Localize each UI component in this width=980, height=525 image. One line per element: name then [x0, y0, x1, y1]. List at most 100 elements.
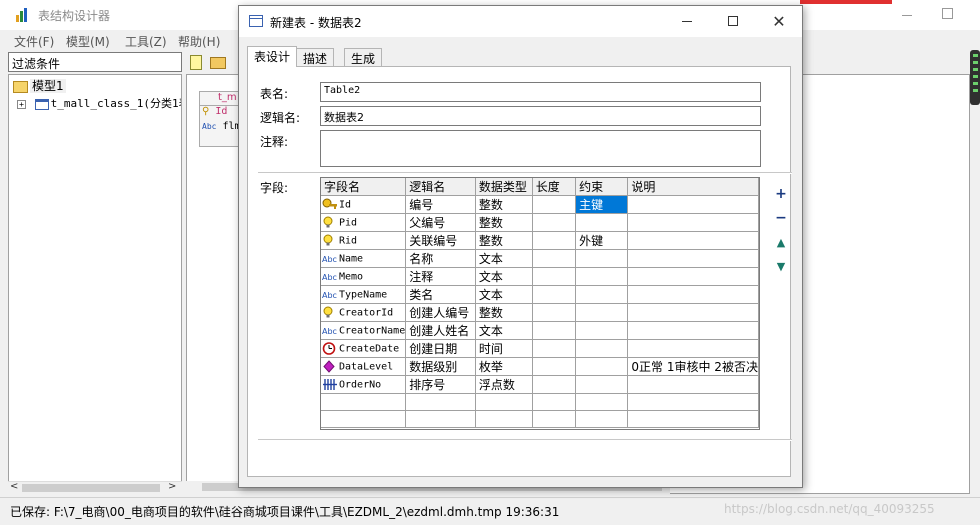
cell-logic-name[interactable]: 数据级别: [405, 357, 476, 376]
add-field-button[interactable]: +: [774, 187, 788, 201]
col-logic-name[interactable]: 逻辑名: [405, 178, 476, 196]
cell-constraint[interactable]: 外键: [575, 231, 629, 250]
cell-note[interactable]: [627, 285, 759, 304]
cell-field-name[interactable]: Abc Name: [321, 249, 407, 268]
cell-length[interactable]: [532, 213, 577, 232]
cell-note[interactable]: [627, 303, 759, 322]
cell-data-type[interactable]: 整数: [475, 231, 533, 250]
cell-length[interactable]: [532, 231, 577, 250]
cell-length[interactable]: [532, 285, 577, 304]
cell-logic-name[interactable]: 排序号: [405, 375, 476, 394]
cell-data-type[interactable]: 浮点数: [475, 375, 533, 394]
col-data-type[interactable]: 数据类型: [475, 178, 533, 196]
cell-length[interactable]: [532, 357, 577, 376]
cell-data-type[interactable]: 文本: [475, 267, 533, 286]
grid-row[interactable]: Rid 关联编号 整数 外键: [321, 231, 759, 250]
cell-data-type[interactable]: 文本: [475, 321, 533, 340]
cell-constraint[interactable]: 主键: [575, 195, 629, 214]
cell-length[interactable]: [532, 267, 577, 286]
tree-node-root[interactable]: 模型1: [13, 77, 66, 94]
cell-logic-name[interactable]: 创建日期: [405, 339, 476, 358]
tab-description[interactable]: 描述: [296, 48, 335, 66]
cell-constraint[interactable]: [575, 357, 629, 376]
grid-row[interactable]: Pid 父编号 整数: [321, 213, 759, 232]
cell-note[interactable]: [627, 249, 759, 268]
cell-constraint[interactable]: [575, 339, 629, 358]
cell-field-name[interactable]: DataLevel: [321, 357, 407, 376]
menu-help[interactable]: 帮助(H): [178, 33, 220, 50]
grid-row[interactable]: OrderNo 排序号 浮点数: [321, 375, 759, 394]
cell-length[interactable]: [532, 195, 577, 214]
cell-logic-name[interactable]: 父编号: [405, 213, 476, 232]
cell-note[interactable]: [627, 195, 759, 214]
cell-logic-name[interactable]: 编号: [405, 195, 476, 214]
dialog-title-bar[interactable]: 新建表 - 数据表2 ✕: [239, 6, 802, 37]
grid-row[interactable]: Abc Name 名称 文本: [321, 249, 759, 268]
filter-input[interactable]: 过滤条件: [8, 52, 182, 72]
cell-field-name[interactable]: Id: [321, 195, 407, 214]
cell-data-type[interactable]: 文本: [475, 249, 533, 268]
cell-data-type[interactable]: 枚举: [475, 357, 533, 376]
cell-logic-name[interactable]: 创建人姓名: [405, 321, 476, 340]
cell-constraint[interactable]: [575, 303, 629, 322]
col-constraint[interactable]: 约束: [575, 178, 629, 196]
cell-constraint[interactable]: [575, 267, 629, 286]
fields-grid[interactable]: 字段名 逻辑名 数据类型 长度 约束 说明 Id 编号 整数 主键 Pid 父编号 整数 Ri…: [320, 177, 760, 430]
menu-file[interactable]: 文件(F): [14, 33, 54, 50]
cell-note[interactable]: [627, 267, 759, 286]
main-minimize-icon[interactable]: [902, 15, 912, 16]
grid-row[interactable]: CreatorId 创建人编号 整数: [321, 303, 759, 322]
table-name-input[interactable]: Table2: [320, 82, 761, 102]
cell-note[interactable]: [627, 321, 759, 340]
main-maximize-icon[interactable]: [942, 8, 953, 19]
move-up-button[interactable]: ▲: [774, 236, 788, 250]
cell-constraint[interactable]: [575, 249, 629, 268]
cell-field-name[interactable]: Abc TypeName: [321, 285, 407, 304]
scroll-left-icon[interactable]: <: [10, 481, 18, 492]
dialog-maximize-button[interactable]: [710, 6, 756, 37]
tab-generate[interactable]: 生成: [344, 48, 383, 66]
cell-data-type[interactable]: 文本: [475, 285, 533, 304]
cell-field-name[interactable]: Rid: [321, 231, 407, 250]
cell-logic-name[interactable]: 创建人编号: [405, 303, 476, 322]
menu-tools[interactable]: 工具(Z): [125, 33, 167, 50]
cell-field-name[interactable]: OrderNo: [321, 375, 407, 394]
cell-note[interactable]: [627, 213, 759, 232]
remove-field-button[interactable]: −: [774, 211, 788, 225]
cell-field-name[interactable]: CreateDate: [321, 339, 407, 358]
grid-row[interactable]: DataLevel 数据级别 枚举 0正常 1审核中 2被否决: [321, 357, 759, 376]
tab-table-design[interactable]: 表设计: [247, 46, 298, 67]
grid-row[interactable]: Abc TypeName 类名 文本: [321, 285, 759, 304]
grid-row[interactable]: Id 编号 整数 主键: [321, 195, 759, 214]
cell-field-name[interactable]: Pid: [321, 213, 407, 232]
cell-constraint[interactable]: [575, 321, 629, 340]
cell-field-name[interactable]: Abc CreatorName: [321, 321, 407, 340]
tree-hscrollbar[interactable]: < >: [8, 481, 182, 494]
cell-note[interactable]: [627, 339, 759, 358]
cell-logic-name[interactable]: 注释: [405, 267, 476, 286]
tree-node-table[interactable]: + t_mall_class_1(分类1表: [17, 95, 181, 111]
expand-plus-icon[interactable]: +: [17, 99, 26, 109]
cell-logic-name[interactable]: 名称: [405, 249, 476, 268]
cell-note[interactable]: [627, 375, 759, 394]
menu-model[interactable]: 模型(M): [66, 33, 110, 50]
cell-constraint[interactable]: [575, 375, 629, 394]
col-length[interactable]: 长度: [532, 178, 577, 196]
grid-row[interactable]: Abc CreatorName 创建人姓名 文本: [321, 321, 759, 340]
tree-hscroll-thumb[interactable]: [22, 484, 160, 492]
open-folder-icon[interactable]: [210, 57, 226, 69]
dialog-minimize-button[interactable]: [664, 6, 710, 37]
cell-note[interactable]: 0正常 1审核中 2被否决: [627, 357, 759, 376]
cell-data-type[interactable]: 整数: [475, 303, 533, 322]
cell-length[interactable]: [532, 339, 577, 358]
cell-logic-name[interactable]: 关联编号: [405, 231, 476, 250]
cell-data-type[interactable]: 整数: [475, 195, 533, 214]
cell-length[interactable]: [532, 303, 577, 322]
dialog-close-button[interactable]: ✕: [756, 6, 802, 37]
cell-field-name[interactable]: Abc Memo: [321, 267, 407, 286]
col-note[interactable]: 说明: [627, 178, 759, 196]
logic-name-input[interactable]: 数据表2: [320, 106, 761, 126]
move-down-button[interactable]: ▼: [774, 260, 788, 274]
new-file-icon[interactable]: [190, 55, 202, 70]
cell-length[interactable]: [532, 249, 577, 268]
